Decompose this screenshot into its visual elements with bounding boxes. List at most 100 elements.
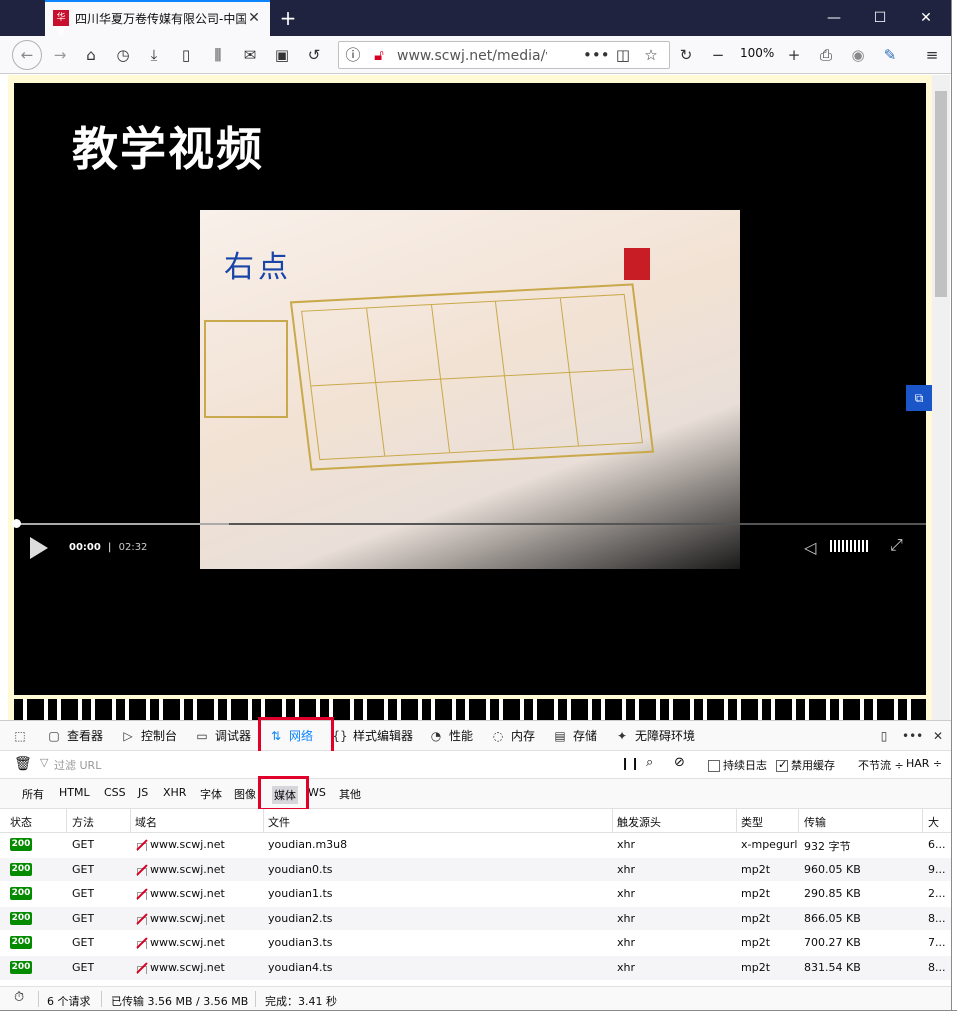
downloads-icon[interactable]: ⤓ bbox=[142, 43, 166, 67]
tab-performance[interactable]: ◔ 性能 bbox=[428, 721, 473, 751]
devtools-close-icon[interactable]: ✕ bbox=[930, 721, 951, 751]
element-picker-icon[interactable]: ⬚ bbox=[12, 721, 33, 751]
site-info-icon[interactable]: ⓘ bbox=[341, 43, 365, 67]
col-domain[interactable]: 域名 bbox=[135, 814, 157, 830]
table-row[interactable]: 200 GET www.scwj.net youdian0.ts xhr mp2t 960.… bbox=[0, 857, 951, 883]
pause-icon[interactable]: ❙❙ bbox=[620, 756, 640, 770]
filter-fonts[interactable]: 字体 bbox=[200, 786, 222, 802]
page-actions-icon[interactable]: ••• bbox=[583, 43, 610, 67]
dock-side-icon[interactable]: ▯ bbox=[876, 721, 897, 751]
domain-cell: www.scwj.net bbox=[135, 863, 260, 876]
network-tab-highlight bbox=[258, 717, 334, 755]
status-badge: 200 bbox=[10, 936, 32, 950]
tab-storage[interactable]: ▤ 存储 bbox=[552, 721, 597, 751]
col-method[interactable]: 方法 bbox=[72, 814, 94, 830]
insecure-icon bbox=[135, 962, 147, 974]
size-cell: 8... bbox=[928, 911, 946, 925]
url-filter-input[interactable]: 过滤 URL bbox=[54, 757, 101, 773]
page-scrollbar[interactable] bbox=[932, 75, 950, 720]
history-icon[interactable]: ◷ bbox=[111, 43, 135, 67]
progress-handle[interactable] bbox=[12, 519, 21, 528]
disable-cache-checkbox[interactable]: 禁用缓存 bbox=[776, 757, 835, 773]
filter-html[interactable]: HTML bbox=[59, 786, 90, 799]
play-icon[interactable] bbox=[30, 537, 48, 559]
tab-style-editor[interactable]: {} 样式编辑器 bbox=[332, 721, 413, 751]
video-player[interactable]: 教学视频 右点 00:00 | 02:32 ◁ ⤢ ⧉ bbox=[12, 83, 932, 695]
browser-tab[interactable]: 华夏 四川华夏万卷传媒有限公司-中国 ✕ bbox=[45, 0, 270, 39]
filter-images[interactable]: 图像 bbox=[234, 786, 256, 802]
extension-circle-icon[interactable]: ◉ bbox=[846, 43, 870, 67]
col-file[interactable]: 文件 bbox=[268, 814, 290, 830]
tab-accessibility[interactable]: ✦ 无障碍环境 bbox=[614, 721, 695, 751]
insecure-icon bbox=[135, 839, 147, 851]
transferred-cell: 831.54 KB bbox=[804, 960, 861, 974]
table-row[interactable]: 200 GET www.scwj.net youdian3.ts xhr mp2t 700.… bbox=[0, 931, 951, 956]
screenshot-icon[interactable]: ▣ bbox=[270, 43, 294, 67]
table-row[interactable]: 200 GET www.scwj.net youdian2.ts xhr mp2t 866.… bbox=[0, 906, 951, 932]
col-status[interactable]: 状态 bbox=[10, 814, 32, 830]
maximize-button[interactable]: ☐ bbox=[857, 0, 903, 36]
pocket-icon[interactable]: ◫ bbox=[611, 43, 635, 67]
bookmark-star-icon[interactable]: ☆ bbox=[639, 43, 663, 67]
table-row[interactable]: 200 GET www.scwj.net youdian4.ts xhr mp2t 831.… bbox=[0, 955, 951, 981]
restore-session-icon[interactable]: ↺ bbox=[302, 43, 326, 67]
page-content: 教学视频 右点 00:00 | 02:32 ◁ ⤢ ⧉ bbox=[8, 75, 932, 721]
library-icon[interactable]: ⫼ bbox=[206, 43, 230, 67]
forward-button[interactable]: → bbox=[48, 43, 72, 67]
filter-css[interactable]: CSS bbox=[104, 786, 126, 799]
home-icon[interactable]: ⌂ bbox=[79, 43, 103, 67]
scrollbar-thumb[interactable] bbox=[935, 91, 947, 297]
har-menu[interactable]: HAR ÷ bbox=[906, 757, 942, 770]
network-summary-bar: ⏱ 6 个请求 已传输 3.56 MB / 3.56 MB 完成：3.41 秒 bbox=[0, 986, 951, 1010]
zoom-level[interactable]: 100% bbox=[740, 46, 774, 60]
zoom-in-button[interactable]: + bbox=[782, 43, 806, 67]
minimize-button[interactable]: — bbox=[811, 0, 857, 36]
extension-pencil-icon[interactable]: ✎ bbox=[878, 43, 902, 67]
clear-trash-icon[interactable]: 🗑︎ bbox=[14, 756, 32, 772]
search-icon[interactable]: ⌕ bbox=[646, 755, 653, 770]
table-row[interactable]: 200 GET www.scwj.net youdian.m3u8 xhr x-mpegu… bbox=[0, 833, 951, 858]
back-button[interactable]: ← bbox=[12, 40, 42, 70]
hamburger-menu-icon[interactable]: ≡ bbox=[920, 43, 944, 67]
zoom-out-button[interactable]: − bbox=[706, 43, 730, 67]
devtools-menu-icon[interactable]: ••• bbox=[902, 721, 923, 751]
col-type[interactable]: 类型 bbox=[741, 814, 763, 830]
volume-slider[interactable] bbox=[830, 540, 870, 552]
picture-in-picture-icon[interactable]: ⧉ bbox=[906, 385, 932, 411]
reload-icon[interactable]: ↻ bbox=[674, 43, 698, 67]
performance-icon: ◔ bbox=[430, 729, 442, 743]
url-text[interactable]: www.scwj.net/media/vi bbox=[397, 48, 547, 64]
type-cell: x-mpegurl bbox=[741, 838, 798, 851]
col-transferred[interactable]: 传输 bbox=[804, 814, 826, 830]
print-icon[interactable]: ⎙ bbox=[814, 43, 838, 67]
finish-time: 完成：3.41 秒 bbox=[265, 995, 337, 1008]
media-filter-highlight bbox=[258, 776, 309, 811]
domain-cell: www.scwj.net bbox=[135, 936, 260, 950]
tab-debugger[interactable]: ▭ 调试器 bbox=[194, 721, 251, 751]
col-cause[interactable]: 触发源头 bbox=[617, 814, 661, 830]
performance-analysis-icon[interactable]: ⏱ bbox=[14, 990, 24, 1005]
table-row[interactable]: 200 GET www.scwj.net youdian1.ts xhr mp2t 290.… bbox=[0, 882, 951, 907]
filter-xhr[interactable]: XHR bbox=[163, 786, 186, 799]
mail-icon[interactable]: ✉ bbox=[238, 43, 262, 67]
filter-js[interactable]: JS bbox=[138, 786, 148, 799]
insecure-lock-icon[interactable]: 🔓︎ bbox=[367, 43, 391, 67]
filter-ws[interactable]: WS bbox=[308, 786, 326, 799]
close-window-button[interactable]: ✕ bbox=[903, 0, 949, 36]
tab-inspector[interactable]: ▢ 查看器 bbox=[46, 721, 103, 751]
window-right-edge bbox=[951, 0, 957, 1017]
block-icon[interactable]: ⊘ bbox=[674, 755, 685, 770]
tab-memory[interactable]: ◌ 内存 bbox=[490, 721, 535, 751]
col-size[interactable]: 大 bbox=[928, 814, 939, 830]
persist-logs-checkbox[interactable]: 持续日志 bbox=[708, 757, 767, 773]
throttle-select[interactable]: 不节流 ÷ bbox=[858, 757, 904, 773]
volume-icon[interactable]: ◁ bbox=[804, 538, 816, 557]
filter-other[interactable]: 其他 bbox=[339, 786, 361, 802]
url-bar[interactable]: ⓘ 🔓︎ www.scwj.net/media/vi ••• ◫ ☆ bbox=[338, 41, 670, 69]
tab-close-icon[interactable]: ✕ bbox=[246, 10, 262, 26]
fullscreen-icon[interactable]: ⤢ bbox=[890, 535, 903, 555]
filter-all[interactable]: 所有 bbox=[22, 786, 44, 802]
tab-console[interactable]: ▷ 控制台 bbox=[120, 721, 177, 751]
reader-view-icon[interactable]: ▯ bbox=[174, 43, 198, 67]
new-tab-button[interactable]: + bbox=[276, 6, 300, 30]
